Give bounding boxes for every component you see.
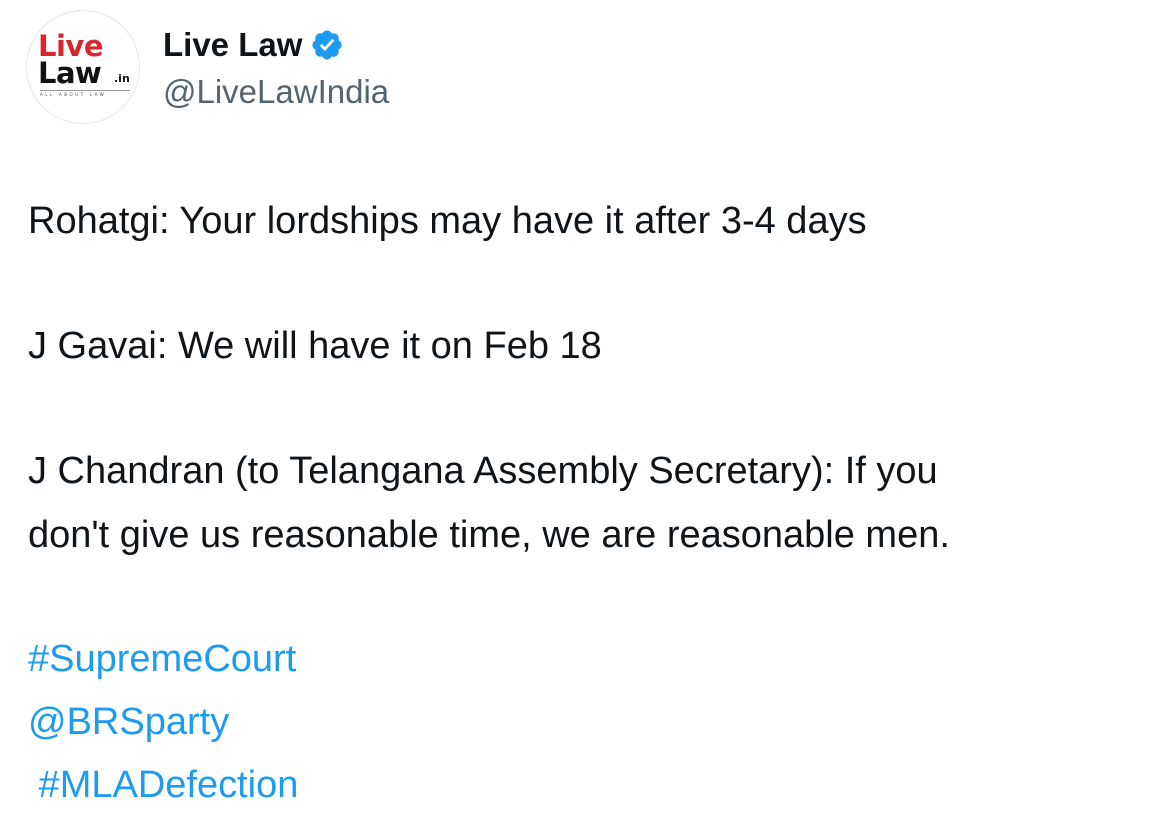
author-name-row: Live Law bbox=[163, 23, 344, 67]
hashtag-link-supremecourt[interactable]: #SupremeCourt bbox=[28, 628, 296, 690]
hashtag-link-mladefection[interactable]: #MLADefection bbox=[28, 754, 299, 816]
logo-text-suffix: .in bbox=[114, 72, 130, 85]
tweet-text-line: J Gavai: We will have it on Feb 18 bbox=[28, 325, 602, 367]
logo-text-law: Law bbox=[38, 56, 102, 90]
logo-tagline: ALL ABOUT LAW bbox=[40, 90, 130, 97]
verified-badge-icon[interactable] bbox=[310, 28, 344, 62]
author-display-name[interactable]: Live Law bbox=[163, 23, 302, 67]
tweet-text-line: J Chandran (to Telangana Assembly Secret… bbox=[28, 450, 938, 492]
author-handle[interactable]: @LiveLawIndia bbox=[163, 71, 389, 113]
tweet-text-line: don't give us reasonable time, we are re… bbox=[28, 514, 950, 556]
tweet-card: Live Law .in ALL ABOUT LAW Live Law @Liv… bbox=[0, 0, 1170, 838]
mention-link-brsparty[interactable]: @BRSparty bbox=[28, 691, 229, 753]
avatar[interactable]: Live Law .in ALL ABOUT LAW bbox=[26, 10, 140, 124]
tweet-text-line: Rohatgi: Your lordships may have it afte… bbox=[28, 200, 867, 242]
